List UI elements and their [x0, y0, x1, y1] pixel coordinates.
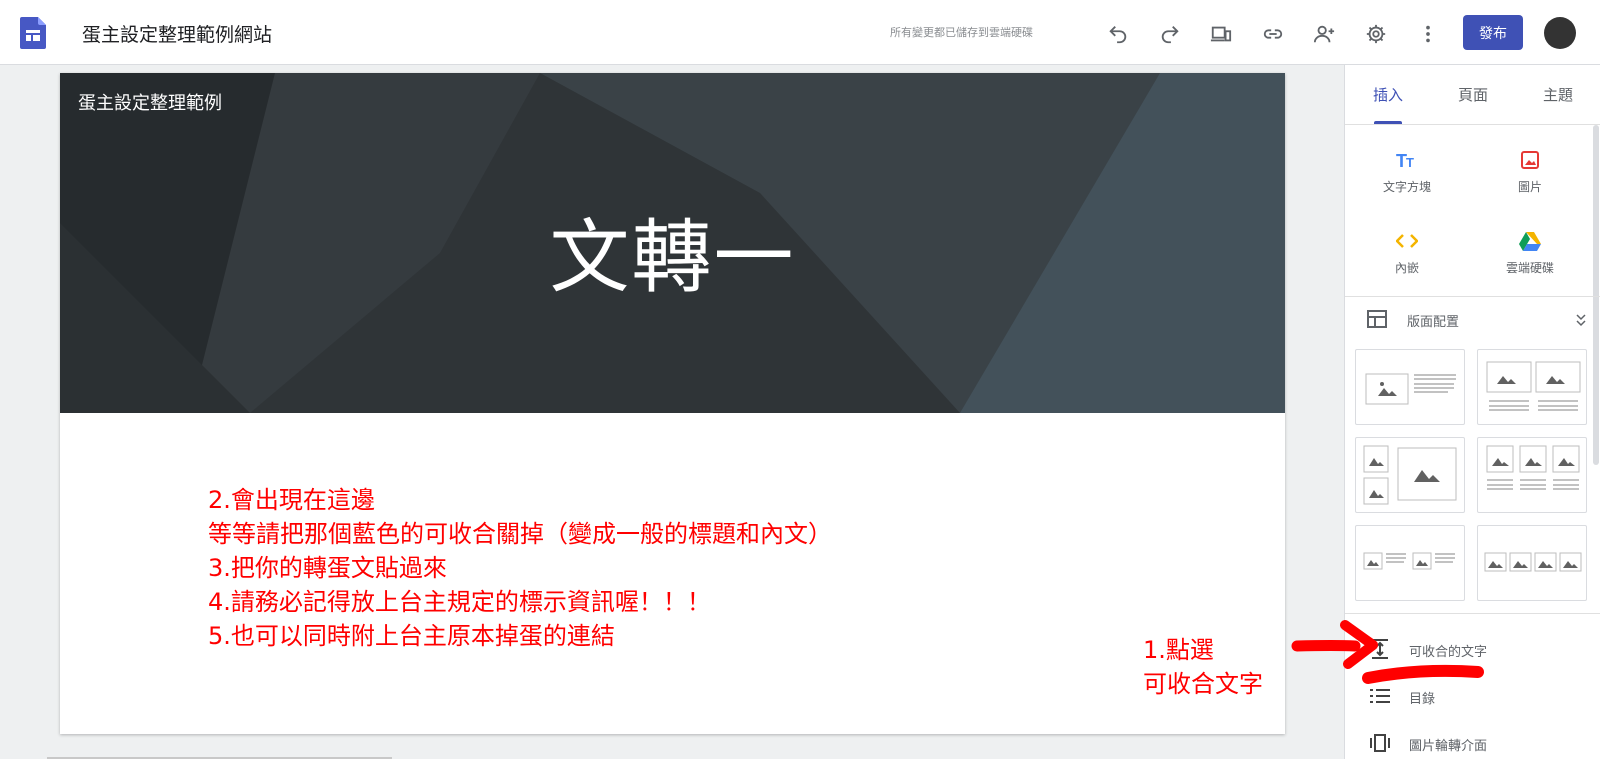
more-vert-icon[interactable] — [1416, 22, 1440, 46]
layout-thumbnail-icon — [1363, 445, 1457, 505]
layout-card-three-columns[interactable] — [1477, 437, 1587, 513]
panel-scrollbar[interactable] — [1593, 125, 1599, 465]
hero-banner[interactable]: 蛋主設定整理範例 文轉一 — [60, 73, 1285, 413]
insert-table-of-contents[interactable]: 目錄 — [1369, 685, 1589, 709]
section-divider — [1345, 613, 1600, 614]
collapse-chevron-icon[interactable] — [1575, 313, 1587, 327]
collapsible-text-icon — [1372, 639, 1388, 659]
layout-card-image-grid[interactable] — [1355, 437, 1465, 513]
insert-image-carousel[interactable]: 圖片輪轉介面 — [1369, 732, 1589, 756]
hint-line: 1.點選 — [1143, 636, 1214, 664]
note-line: 3.把你的轉蛋文貼過來 — [208, 554, 447, 582]
insert-item-label: 雲端硬碟 — [1505, 261, 1554, 275]
site-page-canvas[interactable]: 蛋主設定整理範例 文轉一 2.會出現在這邊 等等請把那個藍色的可收合關掉（變成一… — [60, 73, 1285, 734]
layout-thumbnail-icon — [1365, 373, 1456, 405]
insert-drive[interactable]: 雲端硬碟 — [1480, 229, 1580, 276]
tab-pages[interactable]: 頁面 — [1458, 84, 1488, 105]
note-line: 4.請務必記得放上台主規定的標示資訊喔！！！ — [208, 588, 711, 616]
embed-code-icon — [1395, 229, 1419, 253]
panel-tabs: 插入 頁面 主題 — [1345, 65, 1600, 125]
list-item-label: 目錄 — [1409, 692, 1436, 707]
google-sites-logo-icon[interactable] — [20, 17, 46, 49]
table-of-contents-icon — [1370, 689, 1390, 703]
layout-thumbnail-icon — [1486, 361, 1581, 411]
site-title[interactable]: 蛋主設定整理範例網站 — [82, 20, 272, 47]
note-line: 2.會出現在這邊 — [208, 486, 375, 514]
image-icon — [1518, 148, 1542, 172]
layout-thumbnail-icon — [1363, 552, 1455, 570]
insert-image[interactable]: 圖片 — [1480, 148, 1580, 195]
hero-site-name[interactable]: 蛋主設定整理範例 — [78, 89, 222, 115]
layout-card-two-images[interactable] — [1477, 349, 1587, 425]
hint-line: 可收合文字 — [1143, 670, 1263, 698]
device-preview-icon[interactable] — [1209, 22, 1233, 46]
google-drive-icon — [1518, 229, 1542, 253]
active-tab-indicator — [1374, 121, 1402, 124]
top-bar: 蛋主設定整理範例網站 所有變更都已儲存到雲端硬碟 發布 — [0, 0, 1600, 65]
image-carousel-icon — [1370, 734, 1390, 752]
insert-item-label: 圖片 — [1517, 180, 1542, 194]
link-icon[interactable] — [1261, 22, 1285, 46]
layout-card-image-text[interactable] — [1355, 349, 1465, 425]
note-line: 5.也可以同時附上台主原本掉蛋的連結 — [208, 622, 615, 650]
list-item-label: 可收合的文字 — [1409, 645, 1488, 660]
annotation-notes: 2.會出現在這邊 等等請把那個藍色的可收合關掉（變成一般的標題和內文） 3.把你… — [208, 483, 832, 653]
insert-collapsible-text[interactable]: 可收合的文字 — [1369, 638, 1589, 662]
insert-item-label: 內嵌 — [1394, 261, 1419, 275]
layout-grid-icon — [1367, 310, 1387, 328]
insert-embed[interactable]: 內嵌 — [1357, 229, 1457, 276]
share-person-icon[interactable] — [1312, 22, 1336, 46]
insert-item-label: 文字方塊 — [1382, 180, 1431, 194]
layout-section-header[interactable]: 版面配置 — [1367, 307, 1587, 331]
insert-text-box[interactable]: TT 文字方塊 — [1357, 148, 1457, 195]
publish-button[interactable]: 發布 — [1463, 15, 1523, 50]
page-title[interactable]: 文轉一 — [60, 193, 1285, 309]
save-status: 所有變更都已儲存到雲端硬碟 — [890, 26, 1033, 39]
redo-icon[interactable] — [1158, 22, 1182, 46]
list-item-label: 圖片輪轉介面 — [1409, 739, 1488, 754]
layout-card-two-image-text[interactable] — [1355, 525, 1465, 601]
undo-icon[interactable] — [1106, 22, 1130, 46]
section-divider — [1345, 296, 1600, 297]
layout-section-label: 版面配置 — [1407, 315, 1460, 330]
layout-thumbnail-icon — [1486, 445, 1580, 490]
annotation-hint: 1.點選 可收合文字 — [1143, 633, 1263, 701]
layout-card-four-images[interactable] — [1477, 525, 1587, 601]
layout-thumbnail-icon — [1484, 552, 1582, 572]
tab-insert[interactable]: 插入 — [1373, 84, 1403, 105]
avatar[interactable] — [1544, 17, 1576, 49]
text-box-icon: TT — [1395, 148, 1419, 172]
svg-text:T: T — [1406, 155, 1414, 170]
settings-gear-icon[interactable] — [1364, 22, 1388, 46]
tab-themes[interactable]: 主題 — [1543, 84, 1573, 105]
insert-side-panel: 插入 頁面 主題 TT 文字方塊 圖片 內嵌 雲端硬碟 版面配置 可收合的文字 … — [1344, 65, 1600, 759]
note-line: 等等請把那個藍色的可收合關掉（變成一般的標題和內文） — [208, 520, 832, 548]
